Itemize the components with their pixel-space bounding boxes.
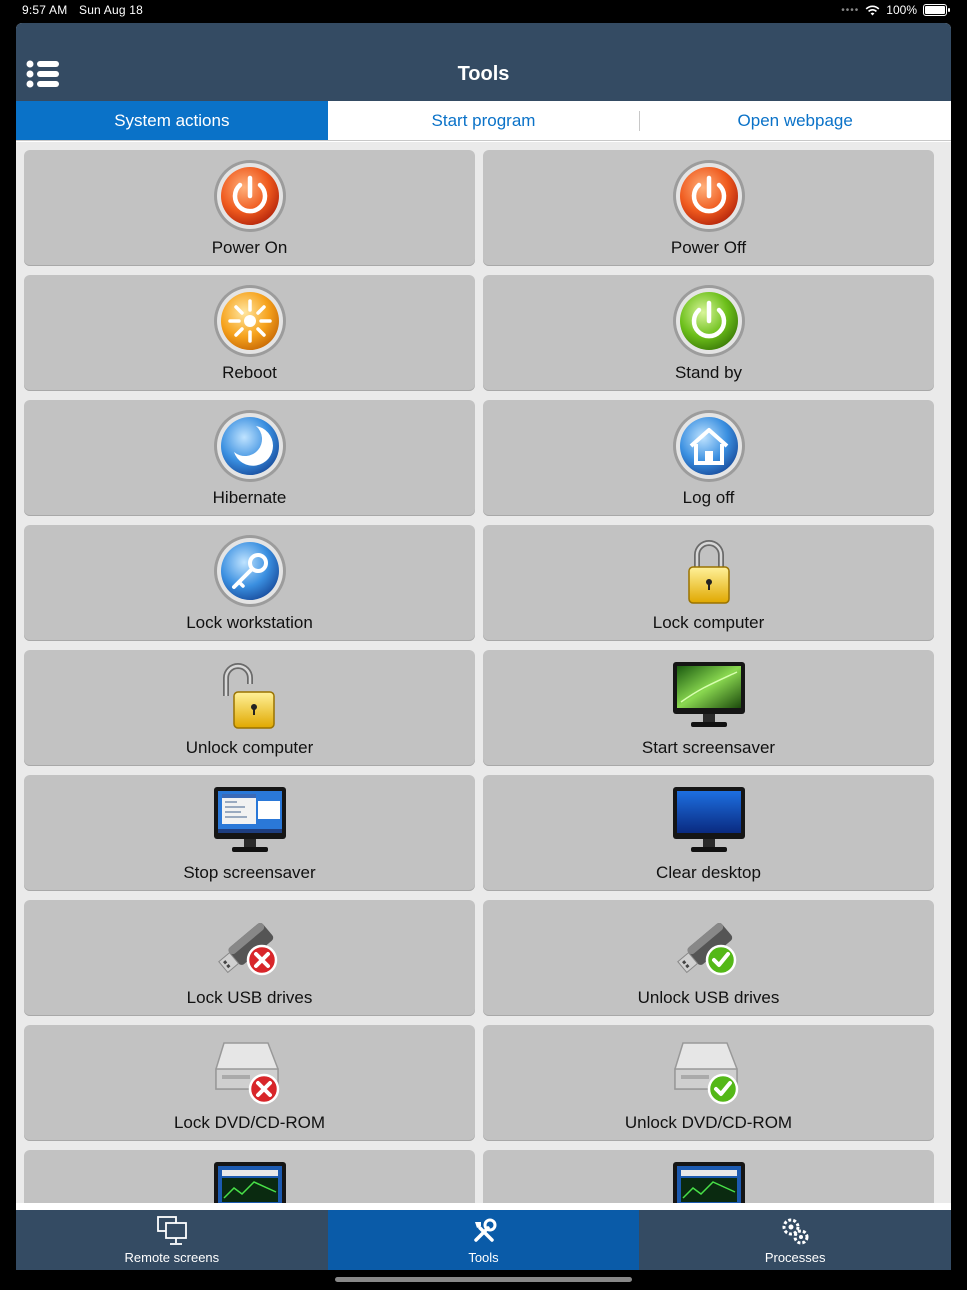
power-off-button[interactable]: Power Off (483, 150, 934, 266)
tile-label: Reboot (222, 363, 277, 382)
tile-label: Start screensaver (641, 738, 776, 757)
unlock-dvd-button[interactable]: Unlock DVD/CD-ROM (483, 1025, 934, 1141)
stop-screensaver-button[interactable]: Stop screensaver (24, 775, 475, 891)
status-date: Sun Aug 18 (78, 3, 144, 17)
lock-usb-button[interactable]: Lock USB drives (24, 900, 475, 1016)
reboot-icon (213, 285, 286, 357)
unlock-usb-button[interactable]: Unlock USB drives (483, 900, 934, 1016)
tile-label: Power Off (670, 238, 747, 257)
power-off-icon (672, 160, 745, 232)
usb-lock-icon (217, 923, 277, 976)
padlock-closed-icon (687, 540, 730, 604)
segmented-control: System actions Start program Open webpag… (16, 101, 951, 141)
tab-open-webpage[interactable]: Open webpage (639, 101, 951, 140)
tab-label: Remote screens (124, 1250, 220, 1265)
navigation-bar: Tools (16, 23, 951, 101)
standby-icon (672, 285, 745, 357)
battery-icon (923, 4, 950, 16)
bottom-tab-bar: Remote screens Tools Processes (16, 1210, 951, 1270)
log-off-home-icon (672, 410, 745, 482)
lock-workstation-button[interactable]: Lock workstation (24, 525, 475, 641)
unlock-computer-button[interactable]: Unlock computer (24, 650, 475, 766)
lock-dvd-button[interactable]: Lock DVD/CD-ROM (24, 1025, 475, 1141)
log-off-button[interactable]: Log off (483, 400, 934, 516)
hibernate-moon-icon (213, 410, 286, 482)
home-indicator[interactable] (335, 1277, 632, 1282)
tab-processes[interactable]: Processes (639, 1210, 951, 1270)
wifi-icon (865, 5, 880, 15)
partial-tile-left[interactable] (24, 1150, 475, 1203)
monitor-unlock-icon (672, 1162, 745, 1203)
remote-screens-icon (156, 1216, 187, 1245)
tile-label: Clear desktop (656, 863, 761, 882)
page-title: Tools (457, 63, 510, 85)
tools-icon (473, 1218, 496, 1242)
app-window: Tools System actions Start program Open … (16, 23, 951, 1270)
monitor-blank-icon (672, 787, 745, 852)
tab-system-actions[interactable]: System actions (16, 101, 328, 140)
tile-label: Unlock USB drives (637, 988, 780, 1007)
tile-label: Power On (211, 238, 288, 257)
hibernate-button[interactable]: Hibernate (24, 400, 475, 516)
cellular-icon: •••• (841, 4, 860, 16)
monitor-lock-icon (213, 1162, 286, 1203)
tab-remote-screens[interactable]: Remote screens (16, 1210, 328, 1270)
tab-label: Processes (764, 1250, 826, 1265)
tab-label: Tools (468, 1250, 499, 1265)
dvd-lock-icon (214, 1042, 279, 1105)
reboot-button[interactable]: Reboot (24, 275, 475, 391)
key-icon (213, 535, 286, 607)
monitor-desktop-icon (213, 787, 286, 852)
tile-label: Lock USB drives (186, 988, 313, 1007)
gears-icon (782, 1218, 809, 1245)
stand-by-button[interactable]: Stand by (483, 275, 934, 391)
actions-list[interactable]: Power On Power Off Reboot Stand by Hiber… (16, 142, 951, 1203)
tile-label: Hibernate (212, 488, 287, 507)
tile-label: Lock workstation (186, 613, 313, 632)
usb-unlock-icon (676, 923, 736, 976)
status-bar: 9:57 AM Sun Aug 18 •••• 100% (0, 0, 967, 22)
monitor-screensaver-icon (672, 662, 745, 727)
tile-label: Log off (682, 488, 735, 507)
tab-tools[interactable]: Tools (327, 1210, 640, 1270)
tile-label: Stop screensaver (183, 863, 316, 882)
dvd-unlock-icon (673, 1042, 738, 1105)
padlock-open-icon (222, 663, 275, 729)
battery-percent: 100% (886, 3, 917, 17)
clear-desktop-button[interactable]: Clear desktop (483, 775, 934, 891)
partial-tile-right[interactable] (483, 1150, 934, 1203)
tile-label: Lock DVD/CD-ROM (173, 1113, 326, 1132)
tile-label: Lock computer (652, 613, 765, 632)
tile-label: Unlock computer (185, 738, 314, 757)
tab-start-program[interactable]: Start program (328, 101, 640, 140)
status-time: 9:57 AM (22, 3, 68, 17)
tile-label: Stand by (674, 363, 743, 382)
lock-computer-button[interactable]: Lock computer (483, 525, 934, 641)
start-screensaver-button[interactable]: Start screensaver (483, 650, 934, 766)
tile-label: Unlock DVD/CD-ROM (624, 1113, 793, 1132)
power-on-button[interactable]: Power On (24, 150, 475, 266)
power-on-icon (213, 160, 286, 232)
